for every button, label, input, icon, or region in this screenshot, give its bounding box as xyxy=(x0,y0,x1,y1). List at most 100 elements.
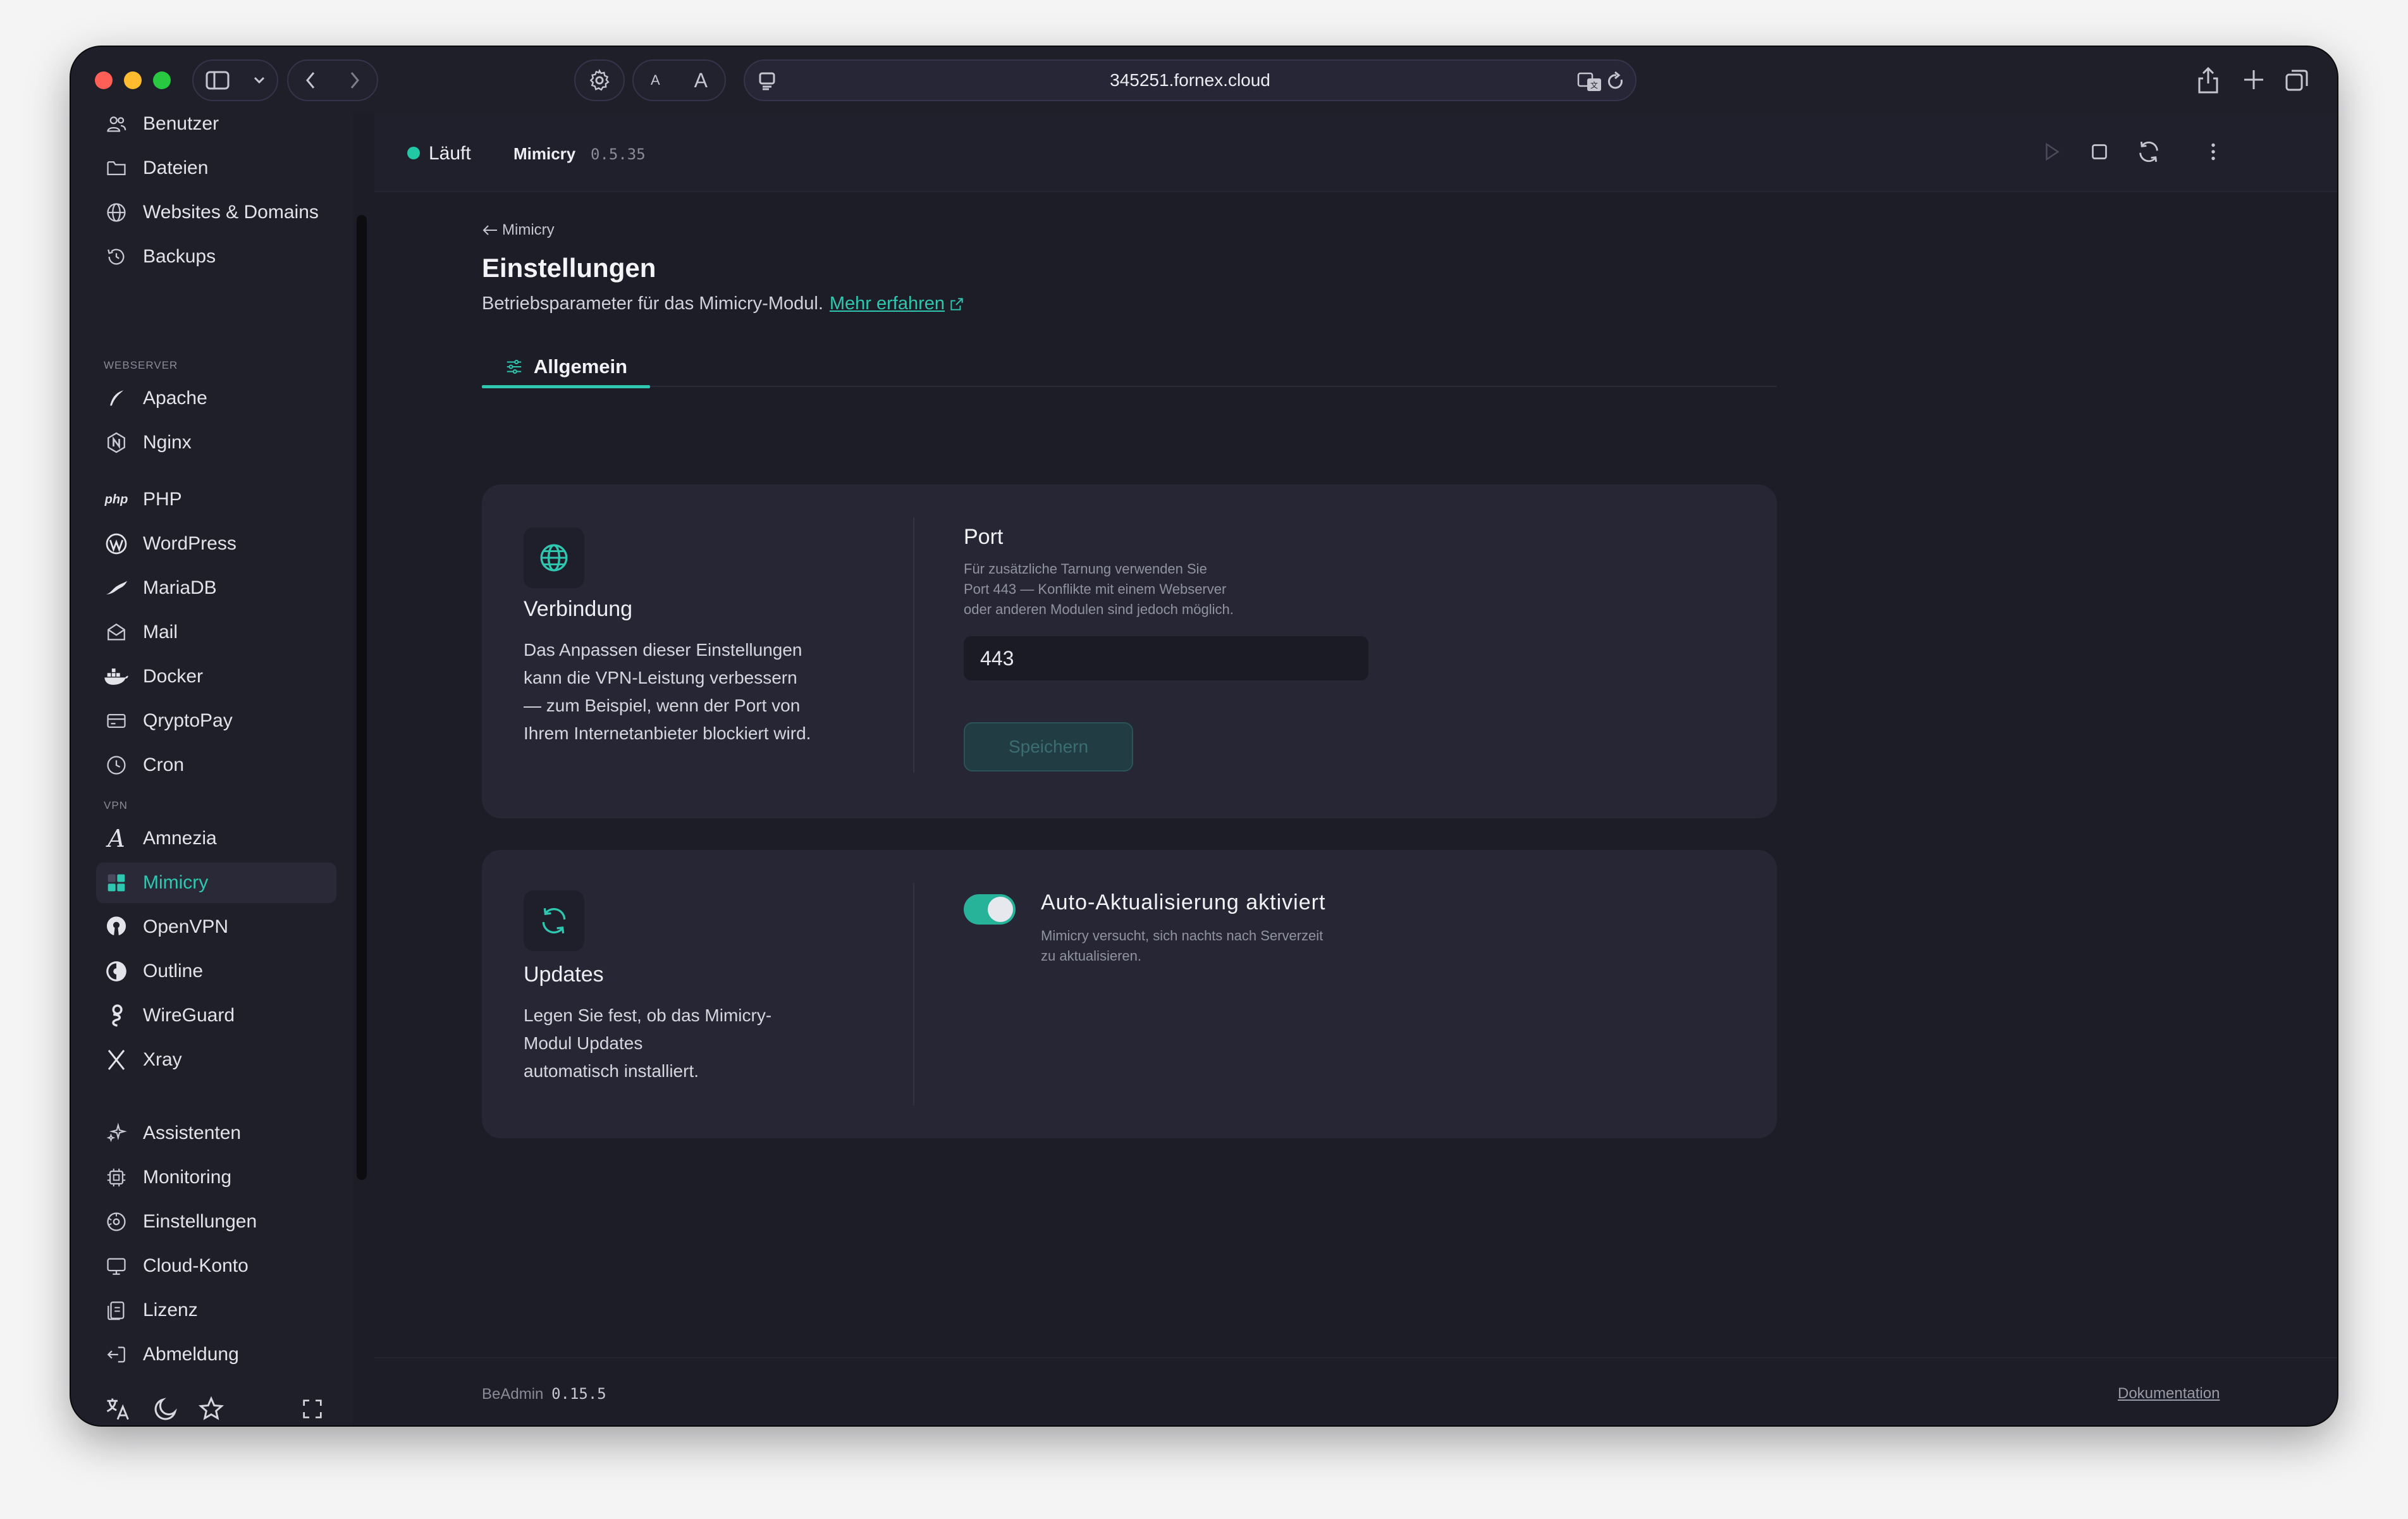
external-link-icon[interactable] xyxy=(949,296,965,312)
sidebar-item-openvpn[interactable]: OpenVPN xyxy=(96,907,336,947)
sidebar-item-assistenten[interactable]: Assistenten xyxy=(96,1113,336,1153)
sidebar-item-backups[interactable]: Backups xyxy=(96,237,336,277)
language-icon[interactable] xyxy=(104,1395,132,1425)
sidebar-item-wordpress[interactable]: WordPress xyxy=(96,524,336,564)
sidebar-item-mail[interactable]: Mail xyxy=(96,612,336,653)
sidebar-item-nginx[interactable]: Nginx xyxy=(96,422,336,463)
updates-title: Updates xyxy=(524,962,604,987)
sidebar-item-cloud-konto[interactable]: Cloud-Konto xyxy=(96,1246,336,1286)
new-tab-icon[interactable] xyxy=(2241,67,2266,95)
maximize-window-button[interactable] xyxy=(153,71,171,89)
share-icon[interactable] xyxy=(2196,66,2221,98)
sidebar-item-php[interactable]: php PHP xyxy=(96,479,336,520)
description-line: Das Anpassen dieser Einstellungen xyxy=(524,640,802,660)
minimize-window-button[interactable] xyxy=(124,71,142,89)
sidebar-toggle-button[interactable] xyxy=(192,59,278,101)
sidebar-item-docker[interactable]: Docker xyxy=(96,656,336,697)
reload-icon[interactable] xyxy=(1606,71,1625,92)
stop-icon[interactable] xyxy=(2088,140,2111,166)
sidebar-item-label: Abmeldung xyxy=(143,1344,239,1365)
sidebar-item-mariadb[interactable]: MariaDB xyxy=(96,568,336,608)
sidebar-item-abmeldung[interactable]: Abmeldung xyxy=(96,1334,336,1375)
sidebar-item-xray[interactable]: Xray xyxy=(96,1040,336,1080)
tab-overview-icon[interactable] xyxy=(2284,67,2311,97)
play-icon[interactable] xyxy=(2040,140,2063,166)
sidebar-item-label: Monitoring xyxy=(143,1167,232,1188)
clock-icon xyxy=(104,753,129,778)
sidebar-scrollbar[interactable] xyxy=(357,215,367,1180)
page-subtitle: Betriebsparameter für das Mimicry-Modul.… xyxy=(482,293,965,314)
sidebar-item-qryptopay[interactable]: QryptoPay xyxy=(96,701,336,741)
forward-icon[interactable] xyxy=(348,70,361,90)
outline-icon xyxy=(104,959,129,984)
wireguard-icon xyxy=(104,1003,129,1028)
license-icon xyxy=(104,1298,129,1323)
chevron-down-icon xyxy=(254,77,264,84)
sidebar-item-label: QryptoPay xyxy=(143,710,233,731)
sidebar-item-outline[interactable]: Outline xyxy=(96,951,336,992)
amnezia-icon: A xyxy=(108,825,125,852)
sidebar-item-apache[interactable]: Apache xyxy=(96,378,336,419)
sidebar-item-label: Mimicry xyxy=(143,872,209,893)
sidebar-item-lizenz[interactable]: Lizenz xyxy=(96,1290,336,1331)
sidebar-item-label: PHP xyxy=(143,489,182,510)
documentation-link[interactable]: Dokumentation xyxy=(2118,1385,2220,1403)
port-label: Port xyxy=(964,525,1004,549)
sidebar-item-mimicry[interactable]: Mimicry xyxy=(96,863,336,903)
mimicry-icon xyxy=(104,870,129,895)
moon-icon[interactable] xyxy=(152,1395,180,1425)
address-bar[interactable]: 345251.fornex.cloud 文 xyxy=(744,59,1637,101)
sidebar-item-websites-domains[interactable]: Websites & Domains xyxy=(96,192,336,233)
port-input[interactable]: 443 xyxy=(964,636,1368,680)
sidebar-item-cron[interactable]: Cron xyxy=(96,745,336,785)
description-line: automatisch installiert. xyxy=(524,1061,699,1081)
sidebar: Benutzer Dateien Websites & Domains Back… xyxy=(71,113,353,1425)
page-info-icon[interactable] xyxy=(756,70,779,97)
mail-icon xyxy=(104,620,129,645)
sidebar-item-einstellungen[interactable]: Einstellungen xyxy=(96,1202,336,1242)
breadcrumb[interactable]: Mimicry xyxy=(482,221,555,239)
updates-icon-box xyxy=(524,890,584,951)
expand-icon[interactable] xyxy=(300,1396,325,1425)
php-icon: php xyxy=(104,487,129,512)
auto-update-label: Auto-Aktualisierung aktiviert xyxy=(1041,890,1326,914)
translate-icon[interactable]: 文 xyxy=(1577,71,1602,92)
module-version: 0.5.35 xyxy=(591,145,646,163)
save-button[interactable]: Speichern xyxy=(964,722,1133,772)
auto-update-help: Mimicry versucht, sich nachts nach Serve… xyxy=(1041,926,1323,966)
connection-title: Verbindung xyxy=(524,597,633,621)
port-value: 443 xyxy=(980,646,1014,670)
star-icon[interactable] xyxy=(197,1395,225,1425)
more-menu-icon[interactable] xyxy=(2208,140,2218,166)
sidebar-item-label: Outline xyxy=(143,961,204,981)
restart-icon[interactable] xyxy=(2136,139,2161,168)
back-icon[interactable] xyxy=(304,70,317,90)
sidebar-item-benutzer[interactable]: Benutzer xyxy=(96,104,336,144)
xray-icon xyxy=(104,1047,129,1073)
sidebar-item-monitoring[interactable]: Monitoring xyxy=(96,1157,336,1198)
close-window-button[interactable] xyxy=(95,71,113,89)
sidebar-item-wireguard[interactable]: WireGuard xyxy=(96,995,336,1036)
status-text: Läuft xyxy=(429,143,471,164)
tab-allgemein[interactable]: Allgemein xyxy=(482,347,650,388)
learn-more-link[interactable]: Mehr erfahren xyxy=(830,293,945,314)
sidebar-item-label: Websites & Domains xyxy=(143,202,319,223)
sidebar-item-dateien[interactable]: Dateien xyxy=(96,148,336,188)
card-divider xyxy=(913,883,914,1105)
folder-icon xyxy=(104,156,129,181)
text-smaller-button[interactable]: A xyxy=(651,72,660,89)
text-larger-button[interactable]: A xyxy=(694,69,708,92)
description-line: — zum Beispiel, wenn der Port von xyxy=(524,696,801,715)
mariadb-icon xyxy=(104,575,129,601)
sidebar-item-label: Backups xyxy=(143,246,216,267)
extension-settings-button[interactable] xyxy=(574,59,625,101)
description-line: Modul Updates xyxy=(524,1033,643,1053)
sidebar-item-label: Xray xyxy=(143,1049,182,1070)
php-logo-text: php xyxy=(104,492,128,507)
auto-update-toggle[interactable] xyxy=(964,894,1016,925)
sidebar-group-webserver: WEBSERVER xyxy=(104,359,178,371)
sidebar-item-amnezia[interactable]: A Amnezia xyxy=(96,818,336,859)
text-size-controls: A A xyxy=(632,59,726,101)
feather-icon xyxy=(104,386,129,411)
sliders-icon xyxy=(507,360,522,374)
